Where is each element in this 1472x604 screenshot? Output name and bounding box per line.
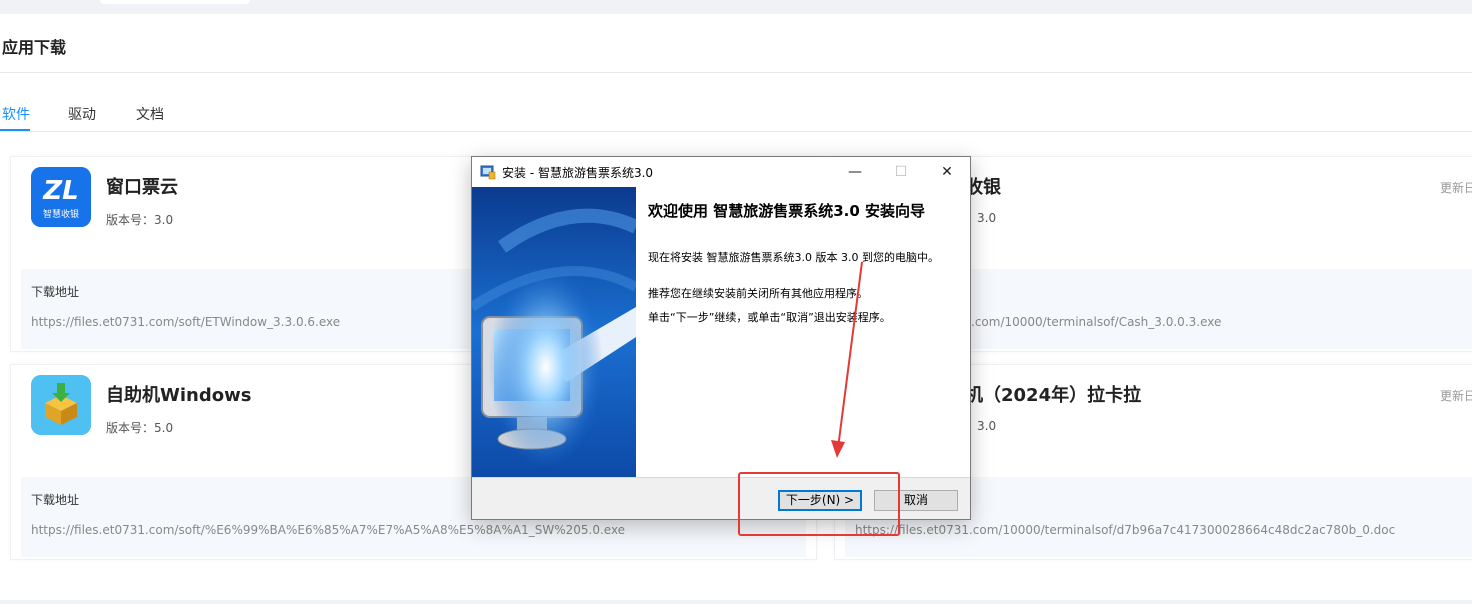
annotation-highlight-box bbox=[738, 472, 900, 536]
annotation-arrow bbox=[831, 261, 863, 458]
